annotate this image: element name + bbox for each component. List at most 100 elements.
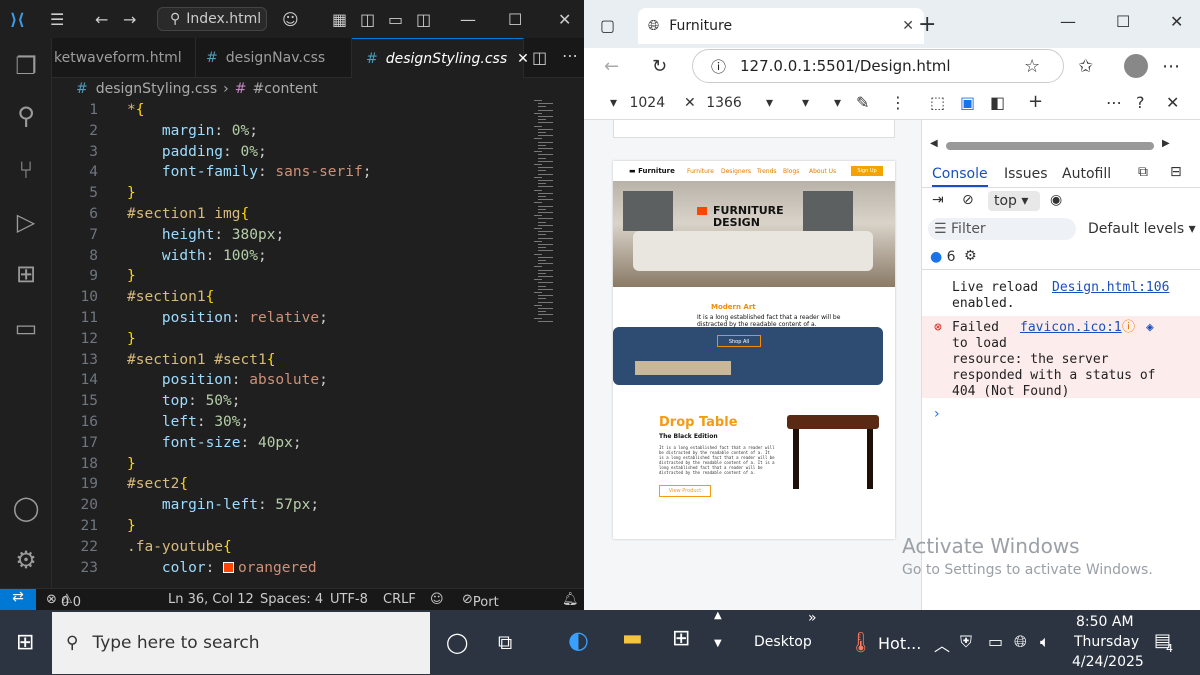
site-nav-designers[interactable]: Designers	[721, 168, 751, 175]
profile-avatar[interactable]	[1124, 54, 1148, 78]
scroll-left-icon[interactable]: ◀	[930, 138, 938, 149]
source-control-icon[interactable]: ⑂	[12, 156, 40, 184]
back-icon[interactable]: ←	[604, 56, 619, 77]
code-line[interactable]: *{	[127, 102, 144, 118]
devtools-more-icon[interactable]: ⋯	[1106, 93, 1122, 112]
remote-indicator-icon[interactable]: ⇄	[0, 589, 36, 611]
address-bar[interactable]: ⓘ 127.0.0.1:5501/Design.html	[692, 49, 1064, 83]
inspect-icon[interactable]: ⬚	[930, 93, 945, 112]
code-line[interactable]: }	[127, 456, 136, 472]
help-icon[interactable]: ?	[1136, 93, 1145, 112]
code-line[interactable]: margin: 0%;	[127, 123, 258, 139]
view-product-button[interactable]: View Product	[659, 485, 711, 497]
tab-console[interactable]: Console	[932, 166, 988, 187]
desktop-toolbar[interactable]: Desktop	[754, 634, 812, 650]
code-line[interactable]: font-size: 40px;	[127, 435, 302, 451]
code-line[interactable]: #section1 #sect1{	[127, 352, 275, 368]
tray-expand-icon[interactable]: ︿	[934, 632, 950, 656]
tab-issues[interactable]: Issues	[1004, 166, 1048, 182]
code-editor[interactable]: 1 *{2 margin: 0%; 3 padding: 0%; 4 font-fam…	[52, 100, 532, 585]
maximize-icon[interactable]: ☐	[508, 10, 522, 29]
battery-icon[interactable]: ▭	[988, 632, 1003, 651]
site-nav-blogs[interactable]: Blogs	[783, 168, 799, 175]
command-search[interactable]: ⚲ Index.html	[157, 7, 267, 31]
run-debug-icon[interactable]: ▷	[12, 208, 40, 236]
settings-gear-icon[interactable]: ⚙	[12, 546, 40, 574]
search-icon[interactable]: ⚲	[12, 102, 40, 130]
favorites-icon[interactable]: ✩	[1078, 56, 1093, 77]
device-emulation-icon[interactable]: ▣	[960, 93, 975, 112]
code-line[interactable]: margin-left: 57px;	[127, 497, 319, 513]
extensions-icon[interactable]: ⊞	[12, 260, 40, 288]
indentation[interactable]: Spaces: 4	[260, 592, 323, 607]
clock-date[interactable]: 4/24/2025	[1072, 654, 1144, 670]
scroll-right-icon[interactable]: ▶	[1162, 138, 1170, 149]
code-line[interactable]: left: 30%;	[127, 414, 249, 430]
toolbar-expand-icon[interactable]: »	[808, 610, 817, 626]
more-actions-icon[interactable]: ⋯	[562, 46, 578, 65]
toggle-secondary-sidebar-icon[interactable]: ◫	[416, 10, 431, 29]
minimap[interactable]	[534, 100, 582, 330]
code-line[interactable]: width: 100%;	[127, 248, 267, 264]
device-menu-icon[interactable]: ⋮	[890, 93, 906, 112]
code-line[interactable]: position: relative;	[127, 310, 328, 326]
device-width[interactable]: 1024	[629, 95, 665, 111]
close-tab-icon[interactable]: ✕	[517, 51, 529, 67]
toggle-panel-icon[interactable]: ▭	[388, 10, 403, 29]
site-signup-button[interactable]: Sign Up	[851, 166, 883, 176]
network-globe-icon[interactable]: 🌐︎	[1014, 632, 1027, 652]
site-brand[interactable]: ▬ Furniture	[629, 167, 675, 175]
code-line[interactable]: .fa-youtube{	[127, 539, 232, 555]
throttle-dropdown-icon[interactable]: ▾	[802, 95, 809, 111]
cursor-position[interactable]: Ln 36, Col 12	[168, 592, 254, 607]
copilot-explain-icon[interactable]: ◈	[1146, 320, 1154, 336]
code-line[interactable]: }	[127, 518, 136, 534]
drawer-icon[interactable]: ⧉	[1138, 164, 1148, 180]
forward-arrow-icon[interactable]: →	[123, 10, 136, 29]
pipette-icon[interactable]: ✎	[856, 93, 869, 112]
toggle-sidebar-icon[interactable]: ◫	[360, 10, 375, 29]
messages-icon[interactable]: ● 6	[930, 249, 956, 265]
tab-designstyling[interactable]: # designStyling.css ✕	[352, 38, 529, 78]
dimensions-dropdown[interactable]: ▾ 1024	[610, 95, 665, 111]
console-settings-icon[interactable]: ⚙	[964, 248, 977, 264]
site-nav-trends[interactable]: Trends	[757, 168, 777, 175]
youtube-icon[interactable]	[697, 207, 707, 215]
console-filter-input[interactable]: ☰ Filter	[928, 218, 1076, 240]
code-line[interactable]: top: 50%;	[127, 393, 241, 409]
tab-actions-icon[interactable]: ▢	[600, 16, 615, 35]
problems-indicator[interactable]: ⊗ 0 ⚠ 0	[46, 592, 81, 610]
code-line[interactable]: position: absolute;	[127, 372, 328, 388]
console-prompt-icon[interactable]: ›	[934, 406, 940, 422]
maximize-icon[interactable]: ☐	[1116, 12, 1130, 31]
cortana-icon[interactable]: ◯	[446, 630, 468, 654]
weather-thermometer-icon[interactable]: 🌡︎	[848, 630, 873, 654]
settings-more-icon[interactable]: ⋯	[1162, 56, 1180, 77]
volume-icon[interactable]: 🔈︎	[1040, 632, 1050, 652]
close-devtools-icon[interactable]: ✕	[1166, 93, 1179, 112]
code-line[interactable]: }	[127, 331, 136, 347]
explorer-icon[interactable]: ❐	[12, 52, 40, 80]
new-tab-icon[interactable]: +	[918, 12, 936, 37]
encoding[interactable]: UTF-8	[330, 592, 368, 607]
notifications-bell-icon[interactable]: 🔔︎	[562, 592, 579, 607]
layout-icon[interactable]: ▦	[332, 10, 347, 29]
source-link[interactable]: Design.html:106	[1052, 280, 1169, 296]
copilot-icon[interactable]: ☺	[282, 10, 299, 29]
refresh-icon[interactable]: ↻	[652, 56, 667, 77]
zoom-dropdown-icon[interactable]: ▾	[766, 95, 773, 111]
device-height[interactable]: 1366	[706, 95, 742, 111]
taskbar-search[interactable]: ⚲ Type here to search	[52, 612, 430, 674]
end-of-line[interactable]: CRLF	[383, 592, 416, 607]
site-info-icon[interactable]: ⓘ	[711, 56, 726, 77]
store-icon[interactable]: ⊞	[672, 626, 690, 651]
weather-label[interactable]: Hot...	[878, 634, 921, 653]
menu-icon[interactable]: ☰	[50, 10, 64, 29]
close-icon[interactable]: ✕	[558, 10, 571, 29]
account-icon[interactable]: ◯	[12, 494, 40, 522]
add-tool-icon[interactable]: +	[1028, 91, 1043, 112]
taskbar-scroll-up-icon[interactable]: ▲	[714, 610, 722, 621]
tab-designnav[interactable]: # designNav.css	[196, 38, 352, 78]
edge-app-icon[interactable]: ◐	[568, 626, 589, 654]
context-selector[interactable]: top ▾	[988, 191, 1040, 211]
